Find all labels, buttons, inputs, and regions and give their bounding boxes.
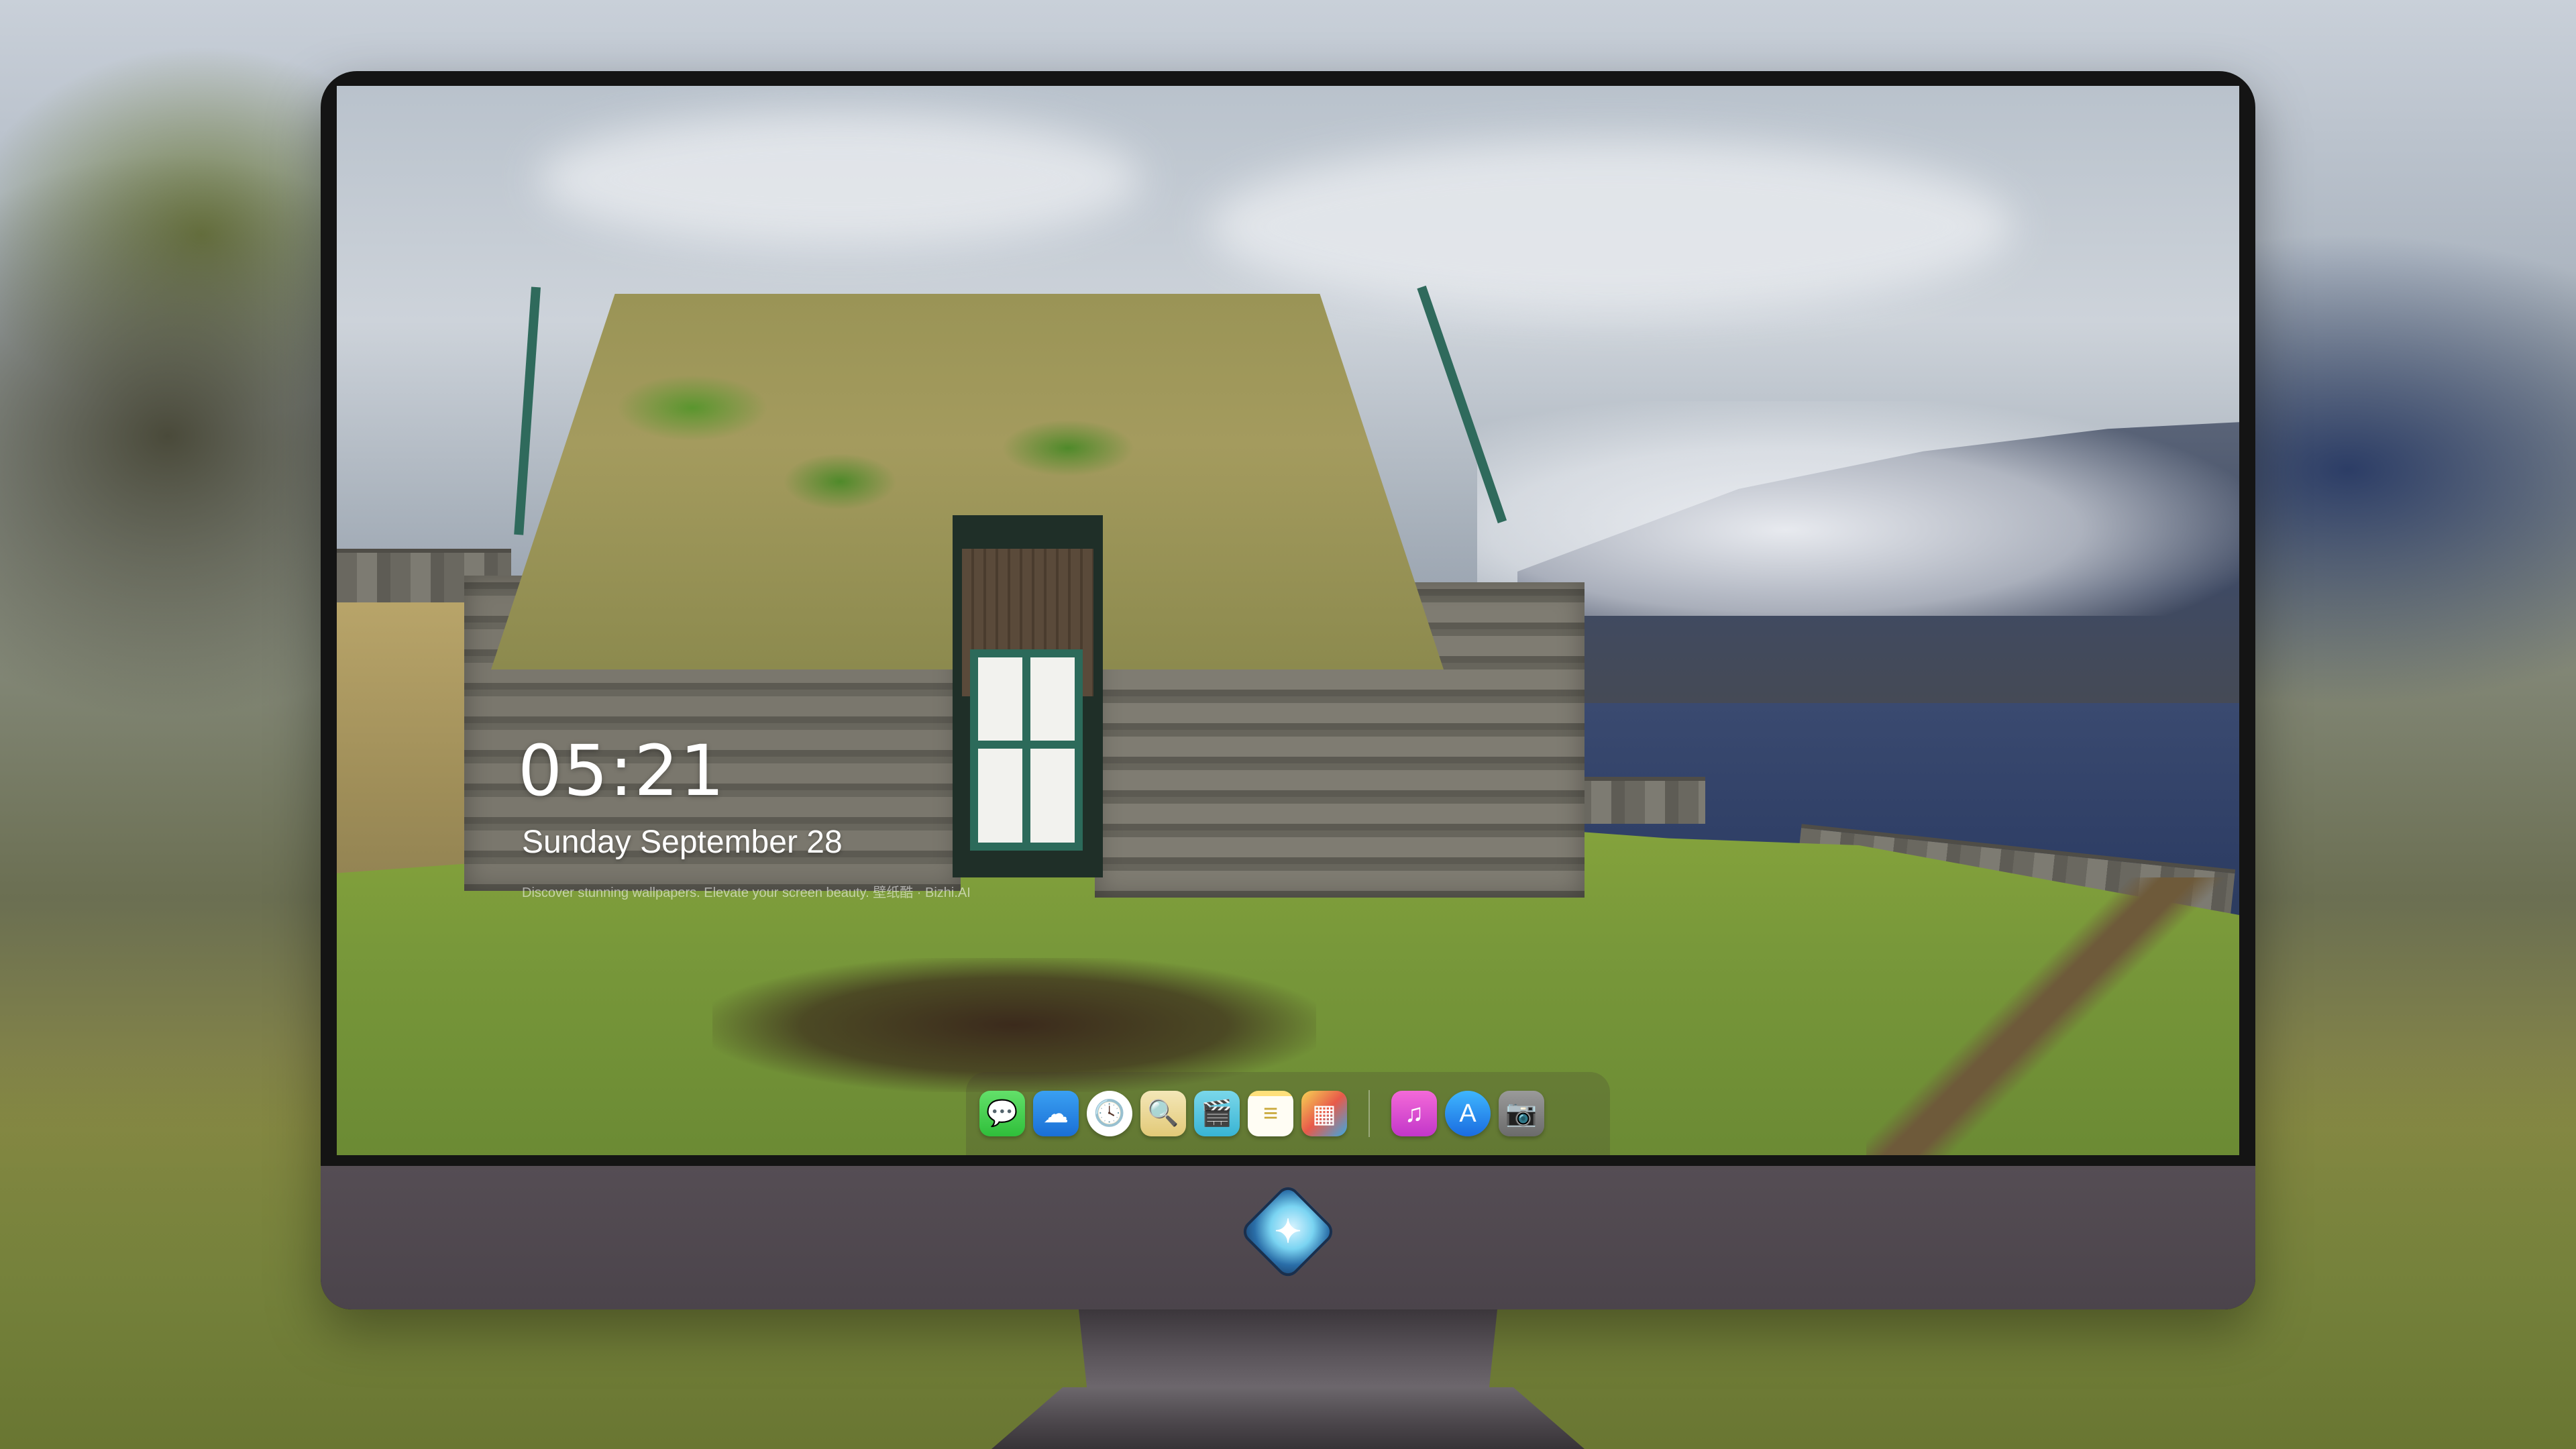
lock-screen-date: Sunday September 28	[522, 824, 843, 860]
app-store-glyph: A	[1459, 1099, 1477, 1128]
weather-icon[interactable]: ☁	[1033, 1091, 1079, 1136]
monitor-stand-base	[991, 1387, 1585, 1449]
notes-icon[interactable]: ≡	[1248, 1091, 1293, 1136]
clapperboard-glyph: 🎬	[1201, 1099, 1233, 1128]
desktop-screen: 05:21 Sunday September 28 Discover stunn…	[337, 86, 2239, 1155]
preview-glyph: 🔍	[1147, 1099, 1179, 1128]
stone-wall	[1571, 777, 1705, 824]
notes-glyph: ≡	[1263, 1099, 1279, 1128]
music-note-icon[interactable]: ♫	[1391, 1091, 1437, 1136]
clock-icon[interactable]: 🕓	[1087, 1091, 1132, 1136]
dirt-path	[1866, 877, 2239, 1155]
wallpaper-tagline: Discover stunning wallpapers. Elevate yo…	[522, 885, 971, 900]
clapperboard-icon[interactable]: 🎬	[1194, 1091, 1240, 1136]
gallery-icon[interactable]: ▦	[1301, 1091, 1347, 1136]
messages-glyph: 💬	[986, 1099, 1018, 1128]
preview-icon[interactable]: 🔍	[1140, 1091, 1186, 1136]
monitor-stand-neck	[1079, 1309, 1497, 1390]
music-glyph: ♫	[1404, 1099, 1424, 1128]
dock: 💬 ☁ 🕓 🔍 🎬 ≡ ▦ ♫ A 📷	[966, 1072, 1610, 1155]
lock-screen-time: 05:21	[518, 730, 726, 812]
cloud	[1209, 140, 2014, 314]
camera-glyph: 📷	[1505, 1099, 1538, 1128]
app-store-icon[interactable]: A	[1445, 1091, 1491, 1136]
cloud	[538, 113, 1142, 247]
gallery-glyph: ▦	[1312, 1099, 1336, 1128]
messages-icon[interactable]: 💬	[979, 1091, 1025, 1136]
weather-glyph: ☁	[1043, 1099, 1069, 1128]
mountain-mist	[1477, 401, 2239, 616]
window	[970, 649, 1083, 851]
camera-icon[interactable]: 📷	[1499, 1091, 1544, 1136]
dock-separator	[1368, 1090, 1370, 1137]
clock-glyph: 🕓	[1093, 1099, 1126, 1128]
roof-trim-left	[514, 286, 541, 535]
